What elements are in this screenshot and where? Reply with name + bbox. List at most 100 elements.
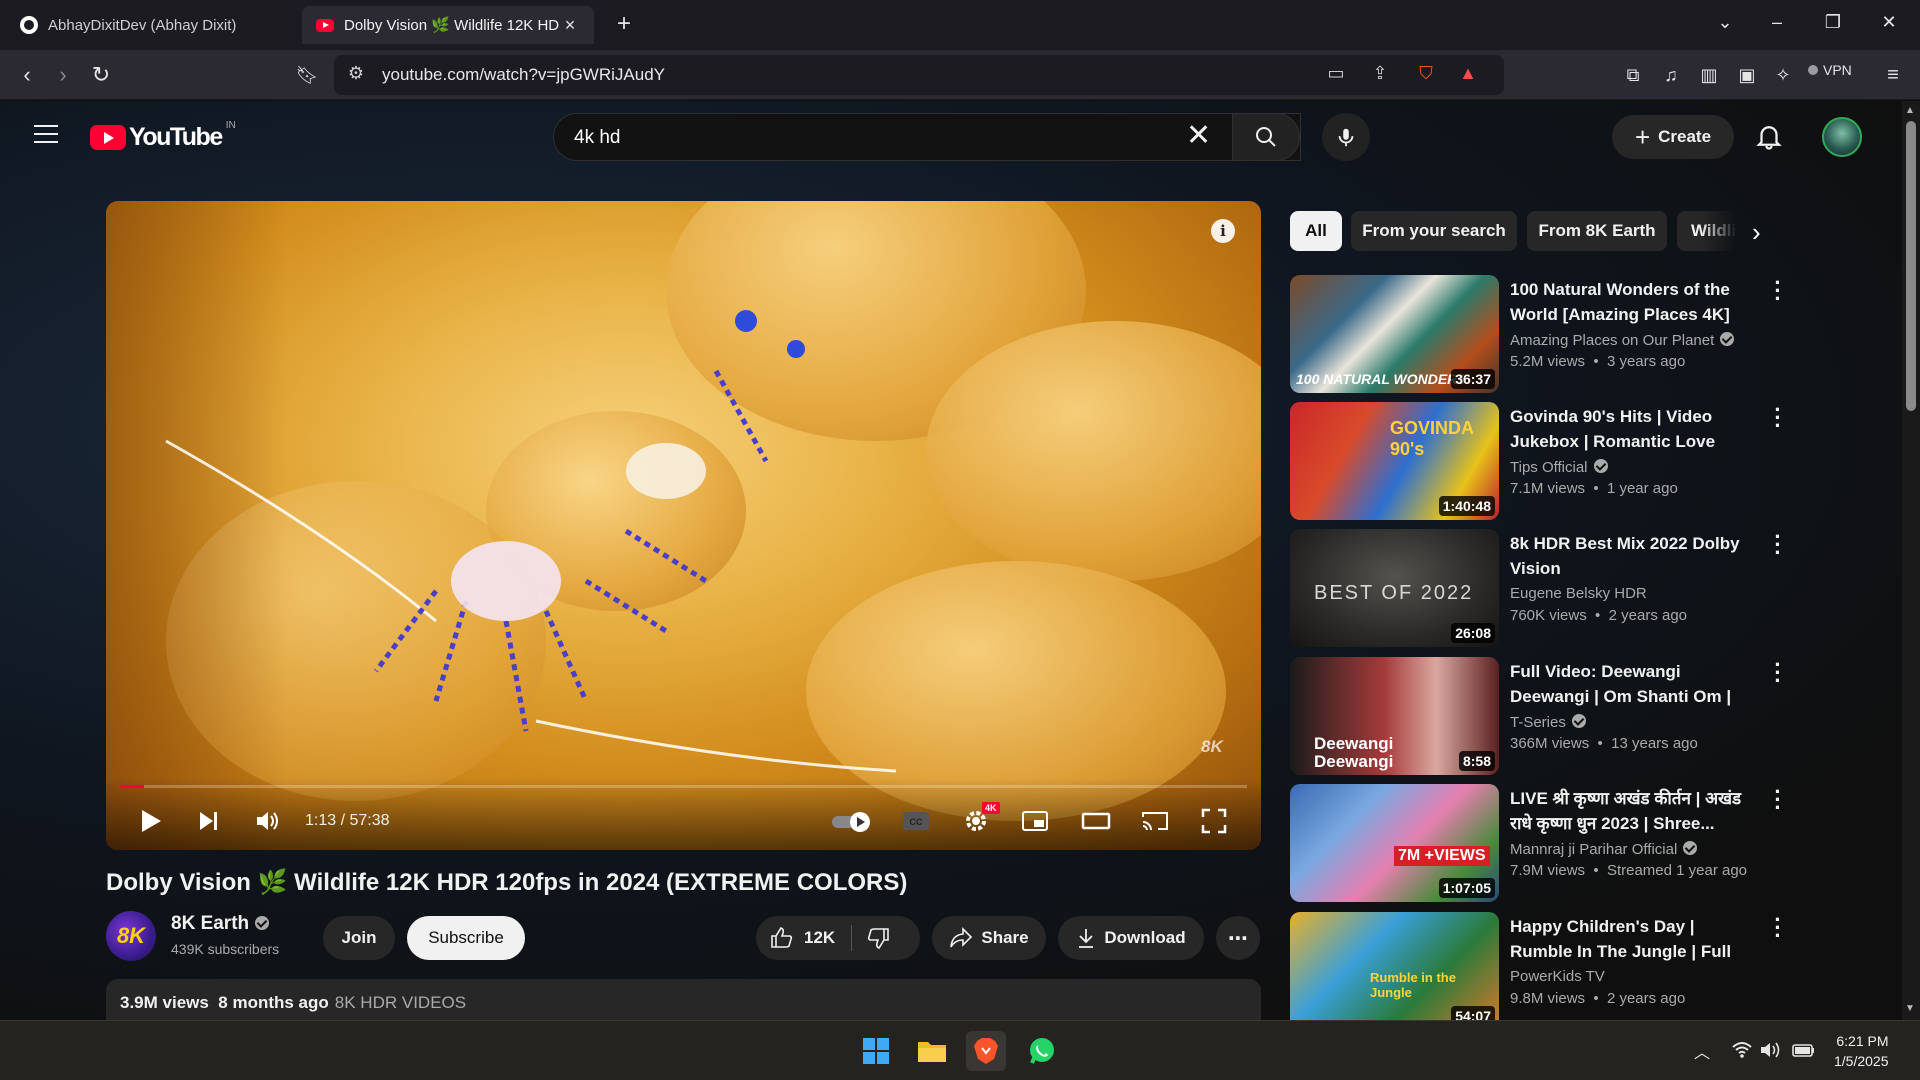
play-button[interactable] [138,807,164,835]
show-hidden-icons-chevron-icon[interactable]: ︿ [1694,1039,1710,1063]
recommendation-title[interactable]: 100 Natural Wonders of the World [Amazin… [1510,277,1760,327]
brave-rewards-icon[interactable]: ▲ [1456,63,1480,84]
video-thumbnail[interactable]: GOVINDA 90's 1:40:48 [1290,402,1499,520]
wallet-icon[interactable]: ▣ [1734,62,1760,88]
scroll-down-icon[interactable]: ▼ [1905,1003,1915,1014]
video-tags[interactable]: 8K HDR VIDEOS [335,993,466,1012]
more-vert-icon[interactable]: · · · [1770,272,1786,310]
voice-search-button[interactable] [1322,113,1370,161]
volume-tray-icon[interactable] [1760,1041,1782,1064]
address-bar[interactable]: ⚙︎ youtube.com/watch?v=jpGWRiJAudY ▭ ⇪ ⛉… [334,55,1504,95]
video-player[interactable]: i 8K [106,201,1261,850]
account-avatar[interactable] [1822,117,1862,157]
theater-mode-button[interactable] [1080,807,1112,835]
back-icon[interactable]: ‹ [14,62,40,88]
recommendation-item[interactable]: Deewangi Deewangi 8:58 Full Video: Deewa… [1290,654,1790,777]
new-tab-button[interactable]: + [612,10,636,38]
video-thumbnail[interactable]: 7M +VIEWS 1:07:05 [1290,784,1499,902]
more-vert-icon[interactable]: · · · [1770,654,1786,692]
bookmark-icon[interactable]: 🔖︎ [294,62,320,88]
whatsapp-button[interactable] [1022,1031,1062,1071]
start-button[interactable] [856,1031,896,1071]
recommendation-item[interactable]: Rumble in the Jungle 54:07 Happy Childre… [1290,909,1790,1020]
extensions-icon[interactable]: ⧉ [1620,62,1646,88]
recommendation-channel[interactable]: Eugene Belsky HDR [1510,585,1647,602]
leo-ai-icon[interactable]: ✧ [1770,62,1796,88]
download-button[interactable]: Download [1058,916,1204,960]
site-settings-icon[interactable]: ⚙︎ [344,63,368,84]
autoplay-toggle[interactable] [830,807,874,835]
chip-from-8k-earth[interactable]: From 8K Earth [1527,211,1667,251]
recommendation-item[interactable]: GOVINDA 90's 1:40:48 Govinda 90's Hits |… [1290,399,1790,522]
recommendation-title[interactable]: Govinda 90's Hits | Video Jukebox | Roma… [1510,404,1760,454]
reload-icon[interactable]: ↻ [88,62,114,88]
close-window-button[interactable]: ✕ [1878,12,1900,33]
recommendation-item[interactable]: BEST OF 2022 26:08 8k HDR Best Mix 2022 … [1290,526,1790,649]
clear-search-icon[interactable]: ✕ [1186,121,1211,151]
recommendation-channel[interactable]: Tips Official [1510,458,1608,476]
chevron-right-icon[interactable]: › [1752,217,1761,248]
info-icon[interactable]: i [1211,219,1235,243]
create-button[interactable]: + Create [1612,115,1734,159]
battery-icon[interactable] [1792,1041,1816,1064]
next-button[interactable] [196,807,222,835]
more-actions-button[interactable]: ⋯ [1216,916,1260,960]
like-button[interactable]: 12K [770,926,835,950]
scroll-up-icon[interactable]: ▲ [1905,105,1915,116]
restore-button[interactable]: ❐ [1822,12,1844,33]
video-thumbnail[interactable]: BEST OF 2022 26:08 [1290,529,1499,647]
chip-wildlife[interactable]: Wildlife [1677,211,1737,251]
channel-avatar[interactable]: 8K [106,911,156,961]
recommendation-channel[interactable]: Amazing Places on Our Planet [1510,331,1735,349]
wifi-icon[interactable] [1732,1041,1752,1064]
vpn-button[interactable]: VPN [1808,62,1852,78]
recommendation-channel[interactable]: Mannraj ji Parihar Official [1510,840,1698,858]
recommendation-title[interactable]: Full Video: Deewangi Deewangi | Om Shant… [1510,659,1760,709]
channel-watermark[interactable]: 8K [1201,737,1223,757]
recommendation-title[interactable]: LIVE श्री कृष्णा अखंड कीर्तन | अखंड राधे… [1510,786,1760,836]
file-explorer-button[interactable] [912,1031,952,1071]
search-button[interactable] [1232,113,1300,161]
brave-shields-icon[interactable]: ⛉ [1414,63,1438,84]
subtitles-button[interactable]: CC [902,807,930,835]
recommendation-channel[interactable]: PowerKids TV [1510,968,1605,985]
recommendation-item[interactable]: 100 NATURAL WONDERS 36:37 100 Natural Wo… [1290,272,1790,395]
video-thumbnail[interactable]: Rumble in the Jungle 54:07 [1290,912,1499,1020]
channel-name-link[interactable]: 8K Earth [171,913,270,935]
cast-button[interactable] [1140,807,1170,835]
volume-button[interactable] [254,807,282,835]
menu-icon[interactable]: ≡ [1880,62,1906,88]
recommendation-title[interactable]: 8k HDR Best Mix 2022 Dolby Vision [1510,531,1760,581]
cast-icon[interactable]: ▭ [1324,63,1348,84]
tab-list-chevron-icon[interactable]: ⌄ [1714,12,1736,33]
notifications-bell-icon[interactable] [1754,121,1784,151]
share-page-icon[interactable]: ⇪ [1368,63,1392,84]
video-thumbnail[interactable]: Deewangi Deewangi 8:58 [1290,657,1499,775]
minimize-button[interactable]: – [1766,12,1788,33]
media-icon[interactable]: ♫ [1658,62,1684,88]
close-tab-icon[interactable]: × [560,15,580,36]
share-button[interactable]: Share [932,916,1046,960]
more-vert-icon[interactable]: · · · [1770,781,1786,819]
more-vert-icon[interactable]: · · · [1770,399,1786,437]
chip-all[interactable]: All [1290,211,1342,251]
fullscreen-button[interactable] [1200,807,1228,835]
search-query[interactable]: 4k hd [574,127,620,149]
sidebar-icon[interactable]: ▥ [1696,62,1722,88]
description-box[interactable]: 3.9M views 8 months ago 8K HDR VIDEOS [106,979,1261,1020]
more-vert-icon[interactable]: · · · [1770,526,1786,564]
tab-github[interactable]: AbhayDixitDev (Abhay Dixit) [6,6,296,44]
video-thumbnail[interactable]: 100 NATURAL WONDERS 36:37 [1290,275,1499,393]
scrollbar-thumb[interactable] [1906,121,1916,411]
recommendation-channel[interactable]: T-Series [1510,713,1586,731]
brave-browser-button[interactable] [966,1031,1006,1071]
page-scrollbar[interactable]: ▲ ▼ [1902,101,1920,1020]
recommendation-item[interactable]: 7M +VIEWS 1:07:05 LIVE श्री कृष्णा अखंड … [1290,781,1790,904]
guide-menu-icon[interactable] [34,125,58,143]
recommendation-title[interactable]: Happy Children's Day | Rumble In The Jun… [1510,914,1760,964]
dislike-button[interactable] [866,926,890,950]
system-clock[interactable]: 6:21 PM 1/5/2025 [1834,1031,1889,1071]
progress-bar[interactable] [120,785,1247,788]
tab-youtube[interactable]: Dolby Vision 🌿 Wildlife 12K HDR × [302,6,594,44]
youtube-logo[interactable]: YouTube IN [90,120,236,152]
